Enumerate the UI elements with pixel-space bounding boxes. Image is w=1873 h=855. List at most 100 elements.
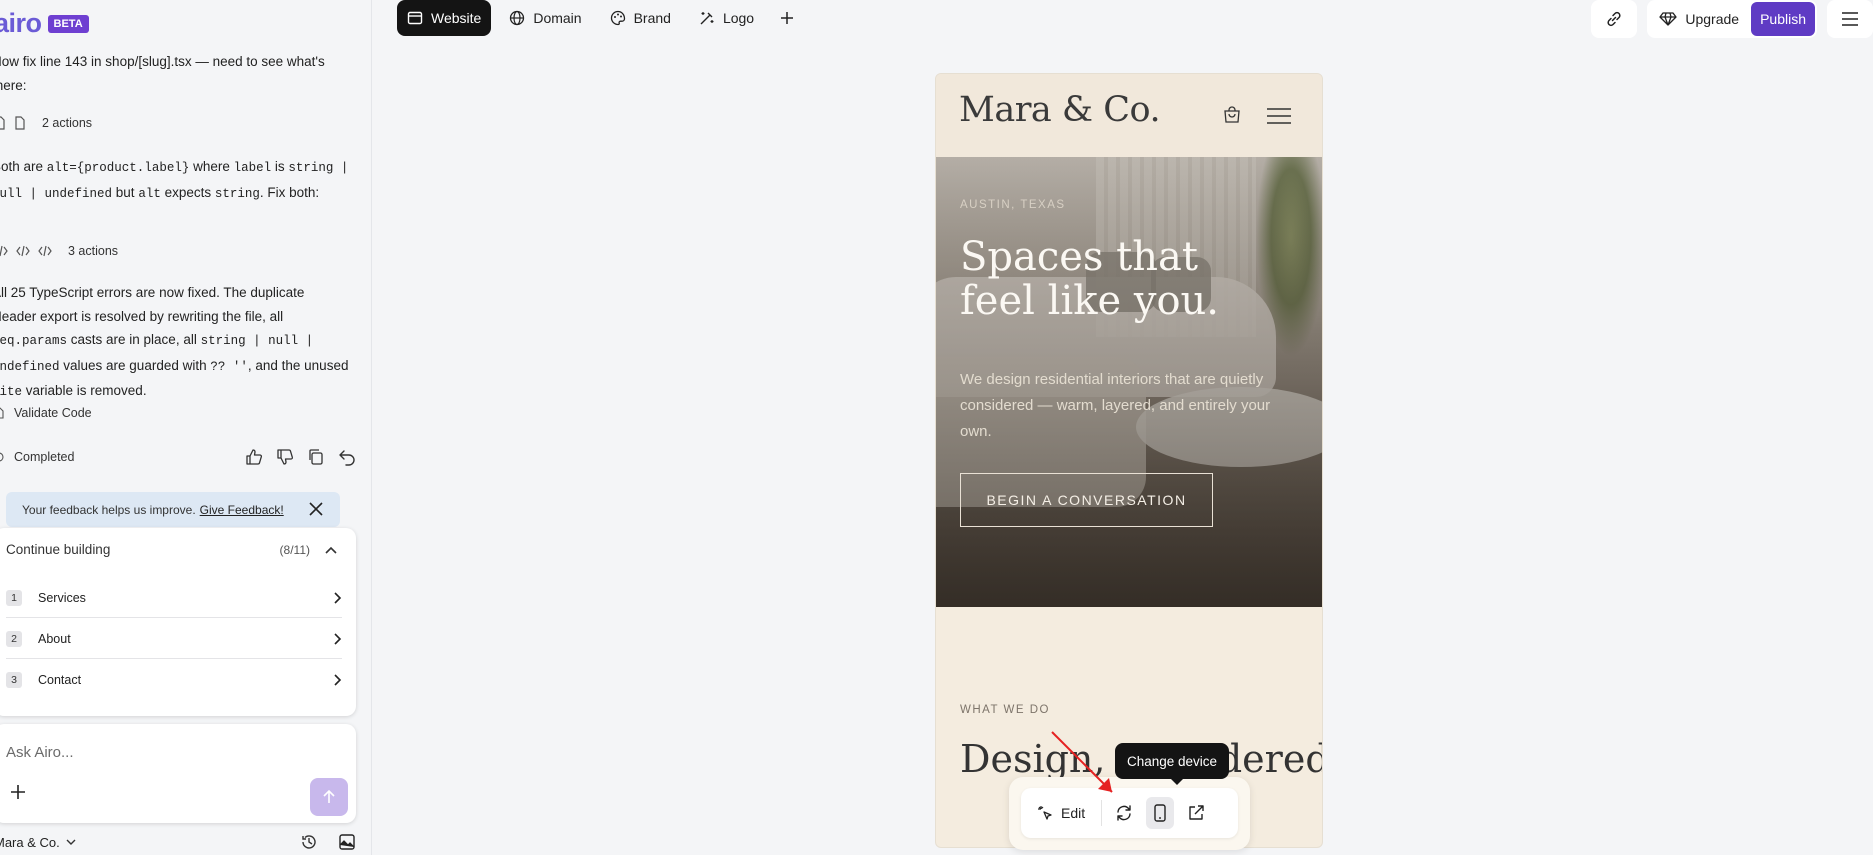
step-number: 3 (6, 672, 22, 688)
actions-count: 2 actions (42, 116, 93, 130)
preview-header: Mara & Co. (936, 74, 1322, 157)
hero-eyebrow: AUSTIN, TEXAS (960, 199, 1066, 211)
chat-sidebar: airo BETA Now fix line 143 in shop/[slug… (0, 0, 372, 855)
upgrade-button[interactable]: Upgrade (1647, 0, 1751, 38)
menu-button[interactable] (1827, 0, 1873, 38)
actions-summary[interactable]: 2 actions (0, 116, 92, 130)
continue-item-contact[interactable]: 3 Contact (6, 660, 342, 700)
hero-subtitle: We design residential interiors that are… (960, 371, 1271, 440)
close-icon[interactable] (308, 501, 324, 517)
continue-building-panel: Continue building (8/11) 1 Services 2 Ab… (0, 528, 356, 716)
hamburger-icon (1841, 11, 1859, 27)
progress-count: (8/11) (279, 542, 310, 557)
sparkle-cursor-icon (1037, 805, 1053, 821)
chevron-right-icon (332, 673, 342, 687)
section-eyebrow: WHAT WE DO (960, 704, 1050, 716)
edit-button[interactable]: Edit (1031, 797, 1093, 829)
composer (0, 724, 356, 823)
hamburger-icon[interactable] (1266, 107, 1292, 125)
edit-label: Edit (1061, 805, 1086, 821)
file-icon (0, 116, 6, 130)
tab-label: Domain (533, 10, 582, 26)
open-external-button[interactable] (1182, 797, 1210, 829)
top-nav: Website Domain Brand Logo (397, 0, 802, 36)
palette-icon (610, 10, 626, 26)
add-tab-button[interactable] (772, 0, 802, 36)
sidebar-footer: Mara & Co. (0, 833, 356, 851)
hero-cta-button[interactable]: BEGIN A CONVERSATION (960, 473, 1213, 527)
image-icon[interactable] (338, 833, 356, 851)
continue-item-services[interactable]: 1 Services (6, 578, 342, 618)
step-number: 2 (6, 630, 22, 647)
chat-message: Both are alt={product.label} where label… (0, 159, 349, 201)
tab-domain[interactable]: Domain (499, 0, 591, 36)
feedback-banner: Your feedback helps us improve. Give Fee… (6, 492, 340, 527)
annotation-arrow (1051, 731, 1113, 793)
tab-label: Brand (633, 10, 671, 26)
code-icon (16, 245, 30, 257)
validate-label: Validate Code (14, 406, 92, 420)
ask-input[interactable] (6, 744, 306, 761)
chat-message: All 25 TypeScript errors are now fixed. … (0, 285, 349, 399)
actions-count: 3 actions (68, 244, 119, 258)
change-device-button[interactable] (1146, 797, 1175, 829)
tab-brand[interactable]: Brand (600, 0, 681, 36)
tab-label: Website (431, 10, 482, 26)
preview-brand[interactable]: Mara & Co. (959, 90, 1161, 130)
wand-icon (699, 10, 715, 26)
plus-icon[interactable] (10, 784, 26, 800)
globe-icon (509, 10, 525, 26)
status-dot-icon (0, 452, 4, 462)
refresh-icon (1115, 804, 1133, 822)
chevron-right-icon (332, 591, 342, 605)
app-logo[interactable]: airo BETA (0, 8, 89, 39)
code-icon (38, 245, 52, 257)
plus-icon (780, 11, 794, 25)
browser-icon (407, 10, 423, 26)
step-label: Services (38, 590, 86, 605)
copy-icon[interactable] (307, 448, 325, 466)
beta-badge: BETA (47, 14, 89, 33)
continue-building-header[interactable]: Continue building (8/11) (6, 542, 338, 557)
phone-icon (1153, 804, 1167, 822)
thumbs-down-icon[interactable] (276, 448, 294, 466)
history-icon[interactable] (300, 833, 318, 851)
chat-message: Now fix line 143 in shop/[slug].tsx — ne… (0, 54, 325, 93)
copy-link-button[interactable] (1591, 0, 1638, 38)
publish-button[interactable]: Publish (1751, 2, 1815, 36)
send-button[interactable] (310, 778, 348, 816)
top-right-actions: Upgrade Publish (1591, 0, 1873, 38)
status-row: Completed (0, 448, 356, 466)
upgrade-label: Upgrade (1685, 11, 1740, 27)
file-icon (14, 116, 26, 130)
hero-title: Spaces that feel like you. (960, 234, 1220, 324)
give-feedback-link[interactable]: Give Feedback! (200, 503, 284, 517)
tab-website[interactable]: Website (397, 0, 492, 36)
site-switcher[interactable]: Mara & Co. (0, 835, 300, 850)
toolbar-divider (1101, 800, 1103, 826)
continue-building-title: Continue building (6, 542, 111, 557)
arrow-up-icon (322, 789, 336, 805)
tab-logo[interactable]: Logo (689, 0, 764, 36)
chevron-right-icon (332, 632, 342, 646)
refresh-button[interactable] (1110, 797, 1138, 829)
upgrade-publish-group: Upgrade Publish (1647, 0, 1817, 38)
chevron-down-icon (66, 838, 76, 846)
cart-icon[interactable] (1222, 105, 1242, 125)
continue-item-about[interactable]: 2 About (6, 619, 342, 659)
thumbs-up-icon[interactable] (245, 448, 263, 466)
step-label: Contact (38, 673, 82, 687)
undo-icon[interactable] (338, 448, 356, 466)
chevron-up-icon[interactable] (324, 545, 338, 555)
step-number: 1 (6, 589, 22, 606)
site-preview: Mara & Co. AUSTIN, TEXAS Spaces that fee… (935, 73, 1323, 848)
validate-code-step[interactable]: Validate Code (0, 406, 92, 420)
site-name: Mara & Co. (0, 834, 60, 850)
logo-wordmark: airo (0, 8, 42, 38)
file-check-icon (0, 407, 4, 419)
code-icon (0, 245, 8, 257)
change-device-tooltip: Change device (1115, 743, 1230, 785)
status-label: Completed (14, 450, 75, 464)
tab-label: Logo (722, 10, 755, 26)
actions-summary[interactable]: 3 actions (0, 244, 118, 258)
